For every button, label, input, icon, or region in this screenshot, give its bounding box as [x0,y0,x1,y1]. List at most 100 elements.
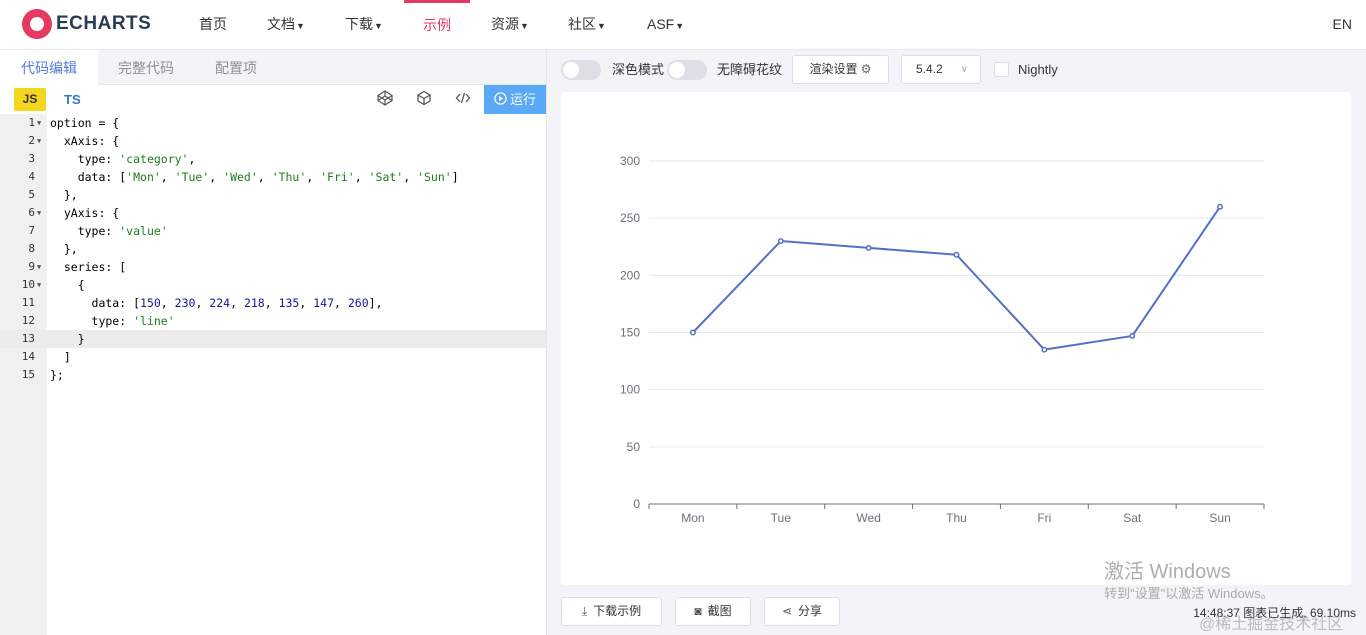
screenshot-button[interactable]: ◙ 截图 [675,597,751,626]
line-chart[interactable]: 0 50 100 150 200 250 300 Mon Tue Wed Thu Fri Sat Sun [561,92,1351,585]
line-number: 1 [28,116,35,129]
code-text: } [50,332,85,346]
caret-down-icon: ▼ [374,21,383,31]
run-button[interactable]: 运行 [484,85,546,114]
dark-mode-toggle[interactable] [561,60,601,80]
caret-down-icon: ▼ [296,21,305,31]
code-line[interactable]: 8 }, [0,240,546,258]
code-line[interactable]: 13 } [0,330,546,348]
ts-toggle[interactable]: TS [64,88,81,111]
nightly-label: Nightly [1018,62,1058,77]
nav-item-examples[interactable]: 示例 [404,0,470,49]
codepen-icon[interactable] [376,90,394,108]
code-text: }; [50,368,64,382]
share-label: 分享 [798,604,823,618]
top-navbar: ECHARTS 首页 文档▼ 下载▼ 示例 资源▼ 社区▼ ASF▼ EN [0,0,1366,50]
nav-item-home[interactable]: 首页 [199,0,227,49]
line-number: 13 [21,332,35,345]
line-number: 11 [21,296,35,309]
code-line[interactable]: 3 type: 'category', [0,150,546,168]
run-label: 运行 [509,92,536,107]
nav-item-resources[interactable]: 资源▼ [491,0,529,49]
code-text: }, [50,242,78,256]
code-line[interactable]: 10 ▼ { [0,276,546,294]
data-point[interactable] [1041,346,1048,353]
code-line[interactable]: 2 ▼ xAxis: { [0,132,546,150]
data-point[interactable] [689,329,696,336]
js-toggle[interactable]: JS [14,88,46,111]
echarts-logo[interactable]: ECHARTS [22,9,151,39]
echarts-logo-icon [22,9,52,39]
tab-full-code[interactable]: 完整代码 [98,50,194,84]
code-line[interactable]: 12 type: 'line' [0,312,546,330]
camera-icon: ◙ [694,604,702,618]
editor-tabs: 代码编辑 完整代码 配置项 [0,50,546,85]
fold-arrow-icon[interactable]: ▼ [37,114,45,132]
code-line[interactable]: 1 ▼ option = { [0,114,546,132]
code-line[interactable]: 11 data: [150, 230, 224, 218, 135, 147, … [0,294,546,312]
fold-arrow-icon[interactable]: ▼ [37,276,45,294]
chart-card: 0 50 100 150 200 250 300 Mon Tue Wed Thu Fri Sat Sun [561,92,1351,585]
juejin-watermark: @稀土掘金技术社区 [1199,616,1344,633]
code-line[interactable]: 4 data: ['Mon', 'Tue', 'Wed', 'Thu', 'Fr… [0,168,546,186]
code-text: xAxis: { [50,134,120,148]
line-number: 2 [28,134,35,147]
line-number: 7 [28,224,35,237]
y-tick-label: 150 [620,326,640,340]
code-text: ] [50,350,71,364]
y-tick-label: 300 [620,154,640,168]
fold-arrow-icon[interactable]: ▼ [37,204,45,222]
x-tick-label: Mon [681,511,704,525]
data-point[interactable] [1217,203,1224,210]
y-tick-label: 200 [620,268,640,282]
preview-panel: 深色模式 无障碍花纹 渲染设置 ⚙ 5.4.2 ∨ Nightly 0 50 100… [547,50,1366,635]
code-text: option = { [50,116,120,130]
code-text: series: [ [50,260,127,274]
code-line[interactable]: 9 ▼ series: [ [0,258,546,276]
code-line[interactable]: 7 type: 'value' [0,222,546,240]
data-point[interactable] [953,251,960,258]
nightly-checkbox[interactable] [994,62,1009,77]
nav-item-download[interactable]: 下载▼ [345,0,383,49]
code-text: { [50,278,85,292]
data-point[interactable] [865,244,872,251]
code-line[interactable]: 6 ▼ yAxis: { [0,204,546,222]
codesandbox-icon[interactable] [415,90,433,108]
share-button[interactable]: ⋖ 分享 [764,597,840,626]
language-switch[interactable]: EN [1333,0,1352,49]
windows-activation-title: 激活 Windows [1104,561,1231,583]
code-line[interactable]: 14 ] [0,348,546,366]
y-tick-label: 100 [620,383,640,397]
x-tick-label: Thu [946,511,967,525]
x-tick-label: Sun [1209,511,1230,525]
code-line[interactable]: 5 }, [0,186,546,204]
fold-arrow-icon[interactable]: ▼ [37,258,45,276]
data-point[interactable] [777,238,784,244]
nav-item-community[interactable]: 社区▼ [568,0,606,49]
y-tick-label: 0 [633,497,640,511]
code-line[interactable]: 15}; [0,366,546,384]
line-number: 12 [21,314,35,327]
line-number: 8 [28,242,35,255]
a11y-pattern-label: 无障碍花纹 [717,62,783,77]
version-value: 5.4.2 [916,62,943,76]
a11y-pattern-toggle[interactable] [667,60,707,80]
render-settings-button[interactable]: 渲染设置 ⚙ [792,55,889,84]
line-number: 4 [28,170,35,183]
code-editor[interactable]: 1 ▼ option = {2 ▼ xAxis: {3 type: 'category… [0,114,546,635]
dark-mode-label: 深色模式 [612,62,665,77]
tab-code-edit[interactable]: 代码编辑 [0,50,98,85]
nav-item-asf[interactable]: ASF▼ [647,0,684,49]
tab-config[interactable]: 配置项 [194,50,278,84]
line-number: 3 [28,152,35,165]
version-select[interactable]: 5.4.2 ∨ [901,55,981,84]
fold-arrow-icon[interactable]: ▼ [37,132,45,150]
nav-item-docs[interactable]: 文档▼ [267,0,305,49]
data-point[interactable] [1129,332,1136,339]
line-number: 14 [21,350,35,363]
code-format-icon[interactable] [454,90,472,108]
series-line [692,206,1221,351]
screenshot-label: 截图 [707,604,732,618]
line-number: 10 [21,278,35,291]
download-example-button[interactable]: ⤓ 下载示例 [561,597,662,626]
